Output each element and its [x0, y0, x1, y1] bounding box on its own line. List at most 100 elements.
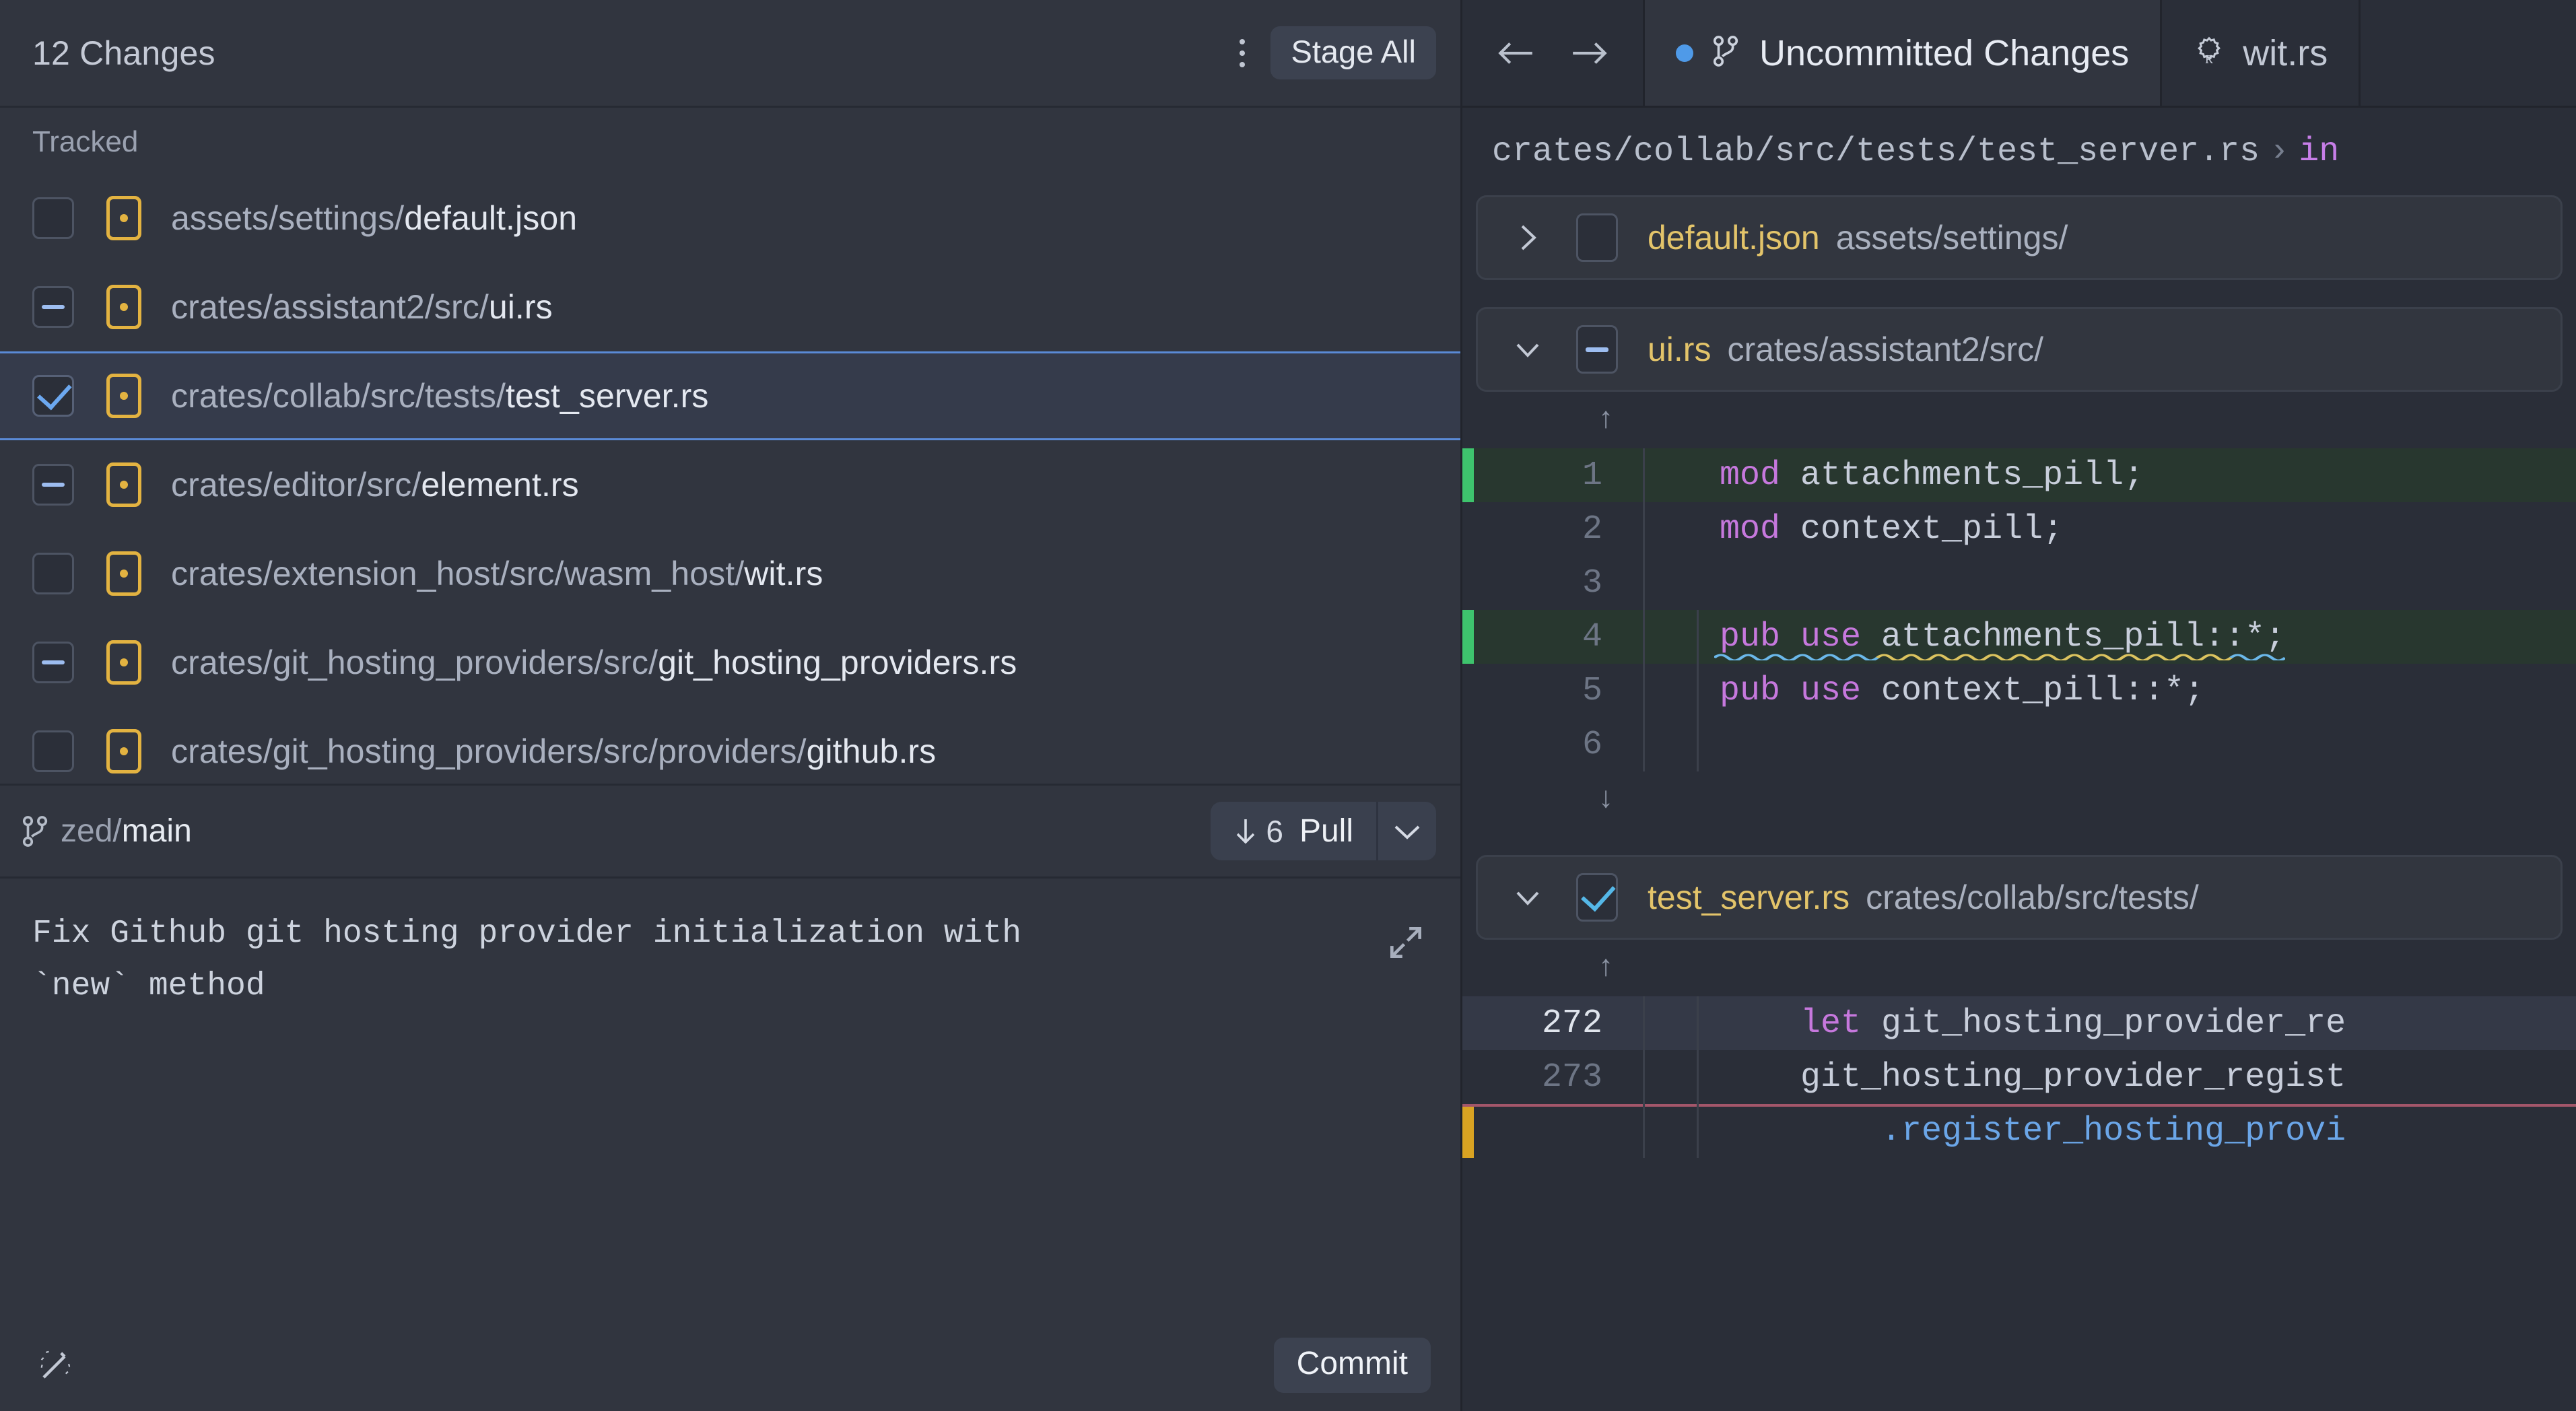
code-line[interactable]: 273 git_hosting_provider_regist [1462, 1050, 2576, 1104]
line-number: 2 [1582, 510, 1602, 549]
file-dir: assets/settings/ [171, 199, 405, 237]
code-line-modified[interactable]: .register_hosting_provi [1462, 1104, 2576, 1158]
code-line[interactable]: 6 [1462, 718, 2576, 771]
code-line-cursor[interactable]: 272 let git_hosting_provider_re [1462, 996, 2576, 1050]
hunk-expand-down-handle[interactable]: ↓ [1462, 771, 2576, 828]
code-text: mod attachments_pill; [1720, 456, 2144, 495]
chevron-right-icon[interactable] [1513, 222, 1543, 253]
line-number: 272 [1541, 1004, 1602, 1043]
diff-file-header-test-server-rs[interactable]: test_server.rs crates/collab/src/tests/ [1476, 855, 2563, 940]
line-number: 5 [1582, 671, 1602, 710]
editor-panel: Uncommitted Changes R wit.rs crates/coll… [1462, 0, 2576, 1411]
file-path-label: crates/git_hosting_providers/src/provide… [171, 732, 936, 771]
chevron-down-icon[interactable] [1513, 887, 1543, 907]
file-status-modified-icon [106, 640, 141, 685]
diff-view[interactable]: default.json assets/settings/ ui.rs crat… [1462, 195, 2576, 1411]
svg-text:R: R [2205, 53, 2213, 66]
fold-guide [1627, 502, 1714, 556]
tracked-section-label: Tracked [32, 125, 139, 158]
file-row[interactable]: crates/assistant2/src/ui.rs [0, 263, 1460, 351]
modified-gutter-bar [1462, 1104, 1474, 1158]
chevron-down-icon[interactable] [1513, 339, 1543, 359]
tab-bar: Uncommitted Changes R wit.rs [1462, 0, 2576, 108]
magic-wand-icon[interactable] [32, 1342, 79, 1389]
added-gutter-bar [1462, 448, 1474, 502]
commit-button[interactable]: Commit [1273, 1338, 1431, 1393]
breadcrumb-symbol[interactable]: in [2299, 133, 2339, 171]
git-branch-icon [20, 814, 51, 849]
file-stage-checkbox[interactable] [32, 730, 74, 772]
diff-file-stage-checkbox[interactable] [1576, 873, 1618, 922]
pull-options-chevron-down-icon[interactable] [1378, 802, 1436, 860]
diff-file-header-ui-rs[interactable]: ui.rs crates/assistant2/src/ [1476, 307, 2563, 392]
file-path-label: crates/collab/src/tests/test_server.rs [171, 376, 709, 415]
commit-message-area[interactable]: Fix Github git hosting provider initiali… [0, 879, 1460, 1319]
navigation-buttons [1462, 0, 1645, 106]
kebab-menu-icon[interactable] [1223, 30, 1261, 77]
code-line-added[interactable]: 1 mod attachments_pill; [1462, 448, 2576, 502]
file-status-modified-icon [106, 374, 141, 418]
git-changes-panel: 12 Changes Stage All Tracked assets/sett… [0, 0, 1462, 1411]
diff-file-header-default-json[interactable]: default.json assets/settings/ [1476, 195, 2563, 280]
tab-label: Uncommitted Changes [1759, 32, 2130, 73]
hunk-expand-up-handle[interactable]: ↑ [1462, 392, 2576, 448]
arrow-left-icon[interactable] [1479, 0, 1553, 107]
file-row[interactable]: crates/git_hosting_providers/src/provide… [0, 707, 1460, 784]
file-status-modified-icon [106, 551, 141, 596]
pull-button-group: 6 Pull [1211, 802, 1436, 860]
code-text: pub use context_pill::*; [1720, 671, 2205, 710]
expand-diagonal-icon[interactable] [1382, 919, 1429, 966]
code-line[interactable]: 5 pub use context_pill::*; [1462, 664, 2576, 718]
code-text: .register_hosting_provi [1720, 1111, 2346, 1150]
file-dir: crates/git_hosting_providers/src/provide… [171, 732, 807, 770]
breadcrumb-separator: › [2269, 132, 2290, 171]
hunk-expand-up-handle[interactable]: ↑ [1462, 940, 2576, 996]
arrow-right-icon[interactable] [1553, 0, 1627, 107]
file-row[interactable]: crates/git_hosting_providers/src/git_hos… [0, 618, 1460, 707]
tab-wit-rs[interactable]: R wit.rs [2162, 0, 2361, 106]
line-number: 4 [1582, 617, 1602, 656]
file-path-label: assets/settings/default.json [171, 199, 577, 238]
fold-guide [1627, 664, 1714, 718]
file-stage-checkbox[interactable] [32, 286, 74, 328]
file-stage-checkbox[interactable] [32, 375, 74, 417]
file-stage-checkbox[interactable] [32, 553, 74, 594]
branch-bar: zed/main 6 Pull [0, 786, 1460, 879]
breadcrumb[interactable]: crates/collab/src/tests/test_server.rs ›… [1462, 108, 2576, 195]
diff-file-stage-checkbox[interactable] [1576, 213, 1618, 262]
file-name: ui.rs [488, 288, 553, 326]
changed-files-list[interactable]: Tracked assets/settings/default.json cra… [0, 108, 1460, 786]
breadcrumb-path[interactable]: crates/collab/src/tests/test_server.rs [1492, 133, 2260, 171]
file-stage-checkbox[interactable] [32, 197, 74, 239]
pull-button[interactable]: 6 Pull [1211, 802, 1378, 860]
pull-count: 6 [1233, 813, 1283, 850]
tab-label: wit.rs [2243, 32, 2328, 73]
diff-file-stage-checkbox[interactable] [1576, 325, 1618, 374]
branch-label[interactable]: zed/main [61, 813, 192, 850]
code-text: git_hosting_provider_regist [1720, 1058, 2346, 1097]
file-row[interactable]: crates/extension_host/src/wasm_host/wit.… [0, 529, 1460, 618]
file-stage-checkbox[interactable] [32, 464, 74, 506]
arrow-down-icon [1237, 819, 1255, 844]
file-name: element.rs [421, 466, 579, 504]
tab-uncommitted-changes[interactable]: Uncommitted Changes [1645, 0, 2163, 106]
file-row-selected[interactable]: crates/collab/src/tests/test_server.rs [0, 351, 1460, 440]
file-row[interactable]: assets/settings/default.json [0, 174, 1460, 263]
diff-file-dir: assets/settings/ [1835, 219, 2068, 256]
tab-dirty-indicator-icon [1676, 44, 1693, 62]
commit-message-input[interactable]: Fix Github git hosting provider initiali… [32, 908, 1130, 1013]
diff-file-name: ui.rs [1648, 331, 1711, 368]
code-line[interactable]: 3 [1462, 556, 2576, 610]
code-line-added[interactable]: 4 pub use attachments_pill::*; [1462, 610, 2576, 664]
commit-footer: Commit [0, 1319, 1460, 1411]
git-panel-window: 12 Changes Stage All Tracked assets/sett… [0, 0, 2576, 1411]
file-status-modified-icon [106, 196, 141, 240]
stage-all-button[interactable]: Stage All [1270, 26, 1436, 79]
code-line[interactable]: 2 mod context_pill; [1462, 502, 2576, 556]
file-name: wit.rs [744, 555, 823, 592]
file-stage-checkbox[interactable] [32, 642, 74, 683]
file-row[interactable]: crates/editor/src/element.rs [0, 440, 1460, 529]
file-dir: crates/assistant2/src/ [171, 288, 489, 326]
